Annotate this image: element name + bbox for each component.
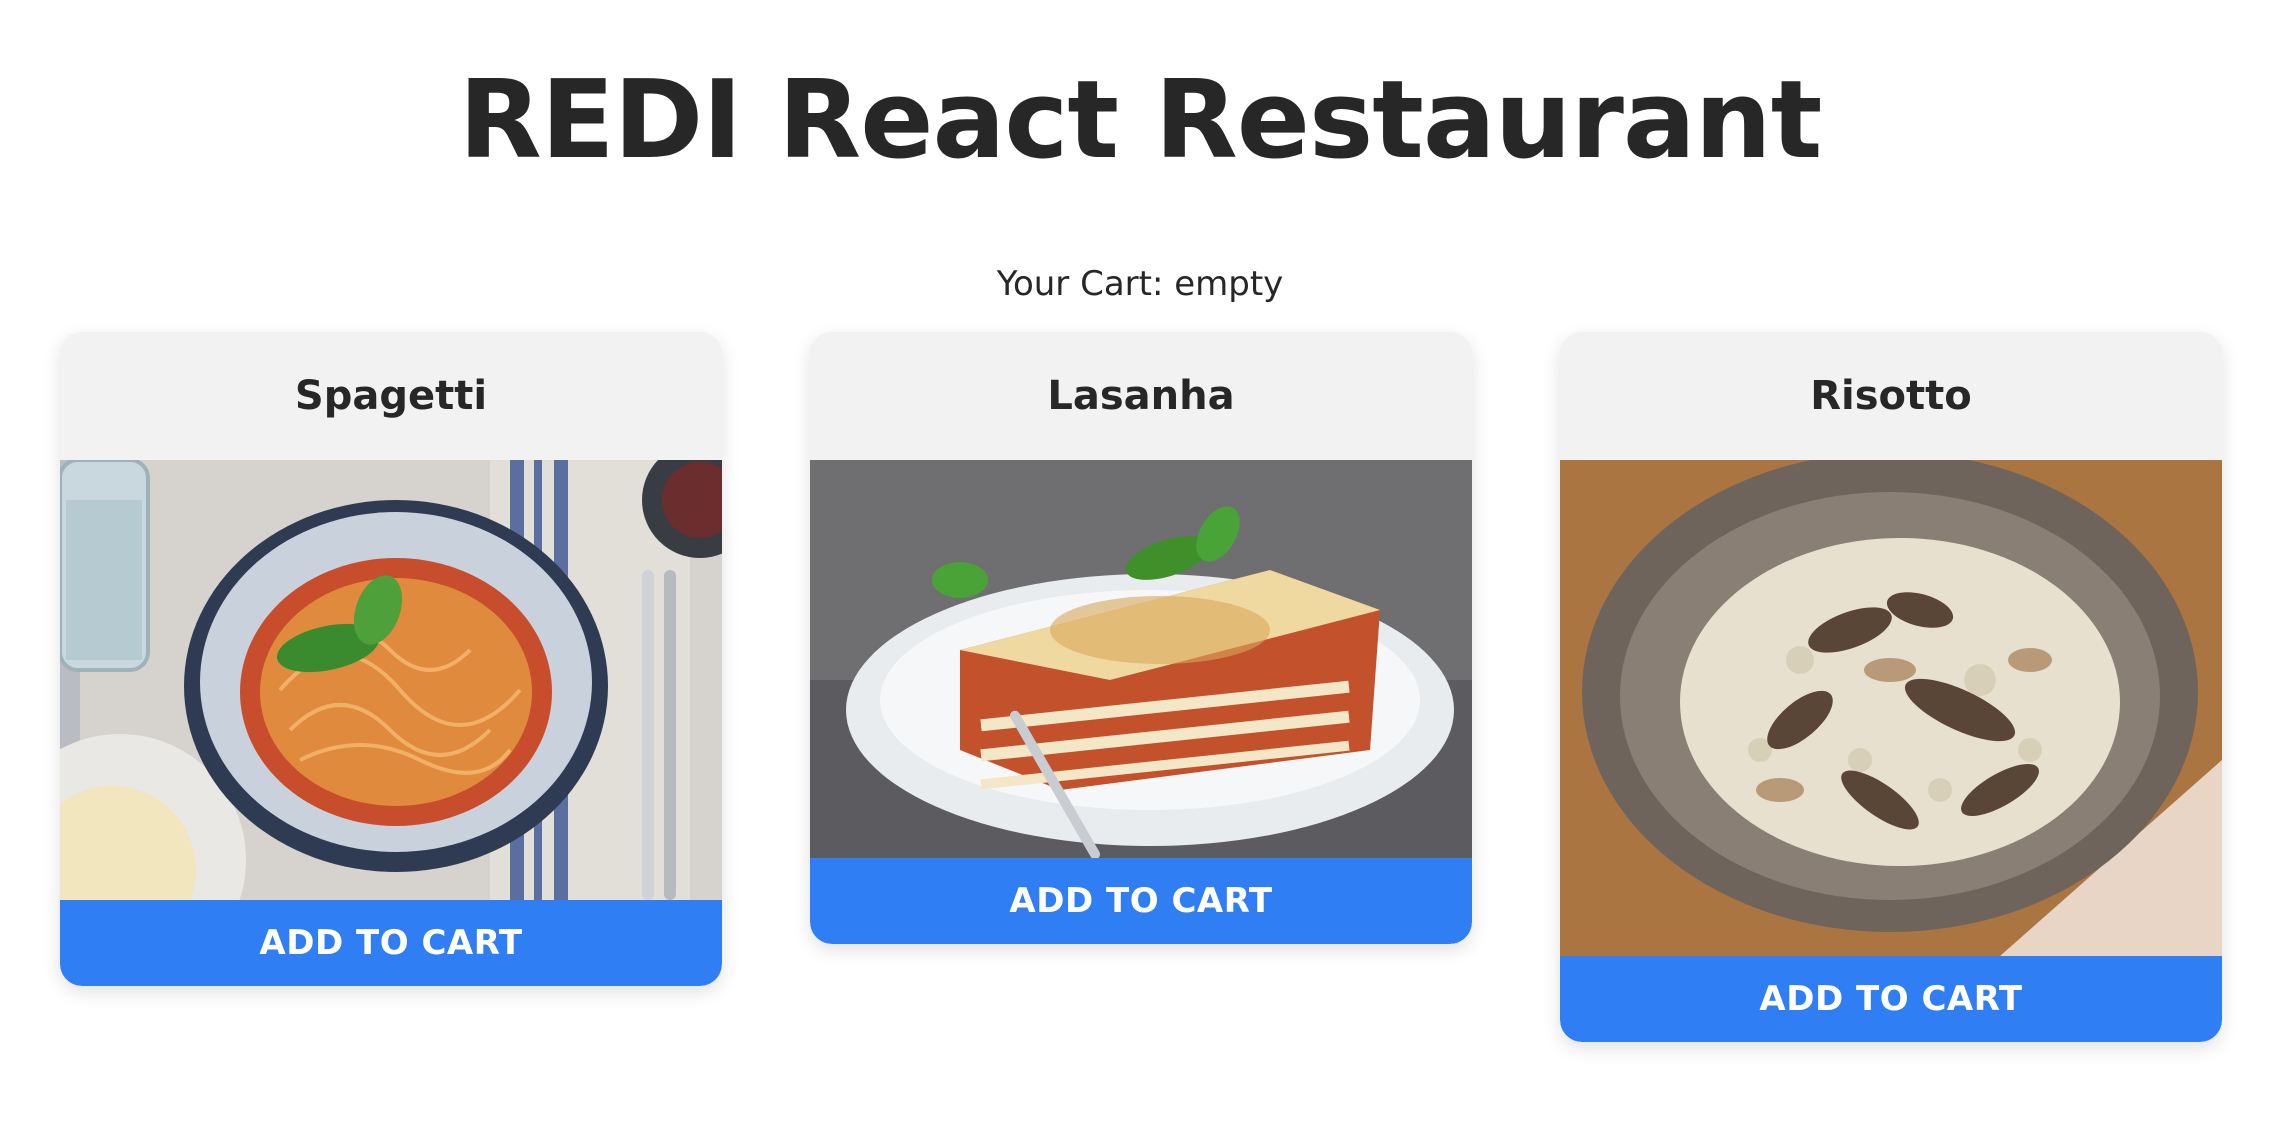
add-to-cart-button[interactable]: ADD TO CART — [60, 900, 722, 986]
dish-name: Lasanha — [1047, 373, 1235, 419]
page-title: REDI React Restaurant — [458, 58, 1823, 183]
spagetti-photo — [60, 460, 722, 900]
menu-card-risotto: Risotto ADD TO CART — [1560, 332, 2222, 1042]
menu-card-lasanha: Lasanha ADD TO CART — [810, 332, 1472, 944]
add-to-cart-button[interactable]: ADD TO CART — [1560, 956, 2222, 1042]
restaurant-page: REDI React Restaurant Your Cart: empty S… — [0, 0, 2280, 1124]
dish-name: Risotto — [1810, 373, 1972, 419]
lasanha-photo — [810, 460, 1472, 858]
add-to-cart-button[interactable]: ADD TO CART — [810, 858, 1472, 944]
cart-status: Your Cart: empty — [996, 264, 1284, 304]
risotto-photo — [1560, 460, 2222, 956]
dish-name: Spagetti — [294, 373, 488, 419]
menu-card-spagetti: Spagetti ADD TO CART — [60, 332, 722, 986]
